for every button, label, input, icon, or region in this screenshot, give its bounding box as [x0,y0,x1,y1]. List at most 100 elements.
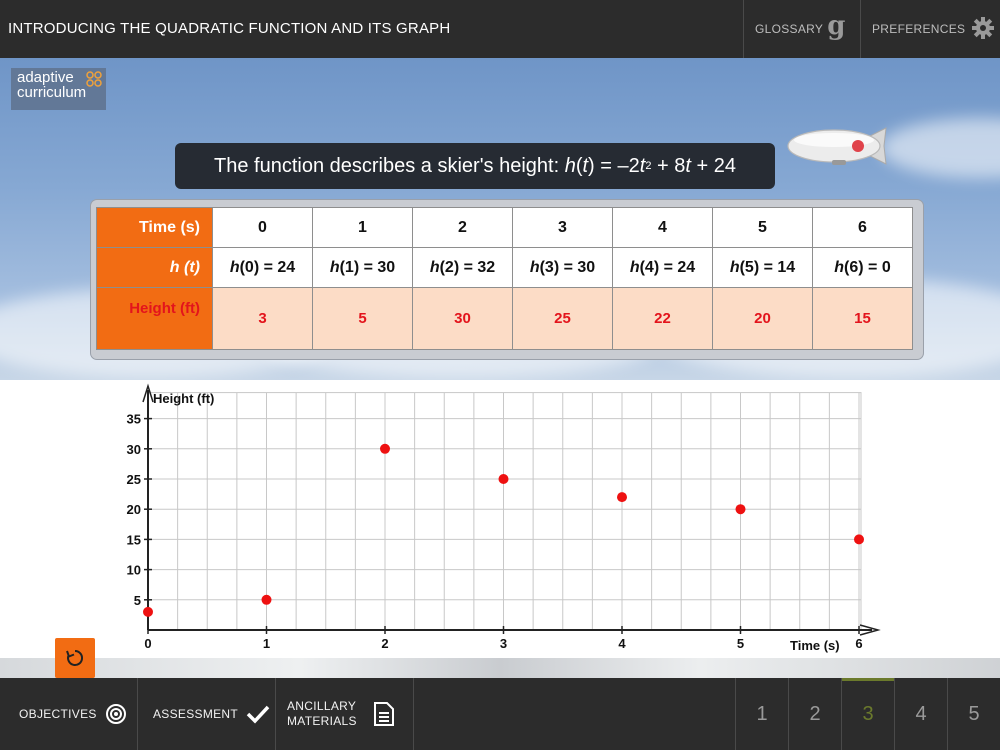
scatter-chart: 0 1 2 3 4 5 6 5 10 15 20 25 30 35 Height (ft) Time (s) [127,383,881,653]
height-input-cell[interactable]: 22 [612,287,713,350]
height-input-cell[interactable]: 15 [812,287,913,350]
ancillary-materials-button[interactable]: ANCILLARY MATERIALS [276,678,414,750]
preferences-label: PREFERENCES [872,22,966,36]
assessment-button[interactable]: ASSESSMENT [138,678,276,750]
x-tick-label: 3 [500,636,507,651]
time-cell: 2 [412,207,513,248]
blimp-illustration [787,127,887,165]
page-button-1[interactable]: 1 [735,678,788,750]
bottom-bar: OBJECTIVES ASSESSMENT ANCILLARY MATERIAL… [0,678,1000,750]
ancillary-label-line-1: ANCILLARY [287,699,357,713]
y-axis-label: Height (ft) [153,391,214,406]
banner-func-name: h [564,154,576,177]
document-icon [373,701,395,727]
height-input-cell[interactable]: 5 [312,287,413,350]
y-tick-label: 15 [127,532,141,547]
ancillary-label-line-2: MATERIALS [287,714,357,728]
x-axis-label: Time (s) [790,638,840,653]
h-row: h (t) h(0) = 24 h(1) = 30 h(2) = 32 h(3)… [96,247,913,288]
banner-eq-2: + 8 [651,154,686,177]
y-tick-label: 5 [134,593,141,608]
row-header-time: Time (s) [96,207,213,248]
glossary-button[interactable]: GLOSSARY g [743,0,860,58]
reset-button[interactable] [55,638,95,678]
page-button-2[interactable]: 2 [788,678,841,750]
grid-border [147,392,862,631]
h-value-cell: h(0) = 24 [212,247,313,288]
page-navigation: 1 2 3 4 5 [735,678,1000,750]
h-symbol: h [529,258,540,276]
h-value-cell: h(6) = 0 [812,247,913,288]
logo-line-2: curriculum [17,84,87,101]
y-tick-label: 35 [127,412,141,427]
page-button-5[interactable]: 5 [947,678,1000,750]
time-cell: 4 [612,207,713,248]
snow-strip [0,658,1000,678]
function-banner: The function describes a skier's height:… [175,143,775,189]
row-header-h-text: h (t) [169,258,200,276]
y-tick-label: 20 [127,502,141,517]
time-row: Time (s) 0 1 2 3 4 5 6 [96,207,913,248]
row-header-h: h (t) [96,247,213,288]
x-tick-label: 2 [381,636,388,651]
h-value-cell: h(5) = 14 [712,247,813,288]
data-point [735,504,746,515]
y-tick-label: 25 [127,472,141,487]
time-cell: 6 [812,207,913,248]
adaptive-curriculum-logo: adaptive curriculum [11,68,106,110]
top-bar: INTRODUCING THE QUADRATIC FUNCTION AND I… [0,0,1000,58]
h-value-cell: h(1) = 30 [312,247,413,288]
height-input-cell[interactable]: 3 [212,287,313,350]
banner-eq-1: = –2 [594,154,640,177]
row-header-height: Height (ft) [96,287,213,350]
h-value-cell: h(2) = 32 [412,247,513,288]
banner-eq-3: + 24 [690,154,736,177]
h-symbol: h [629,258,640,276]
x-tick-label: 5 [737,636,744,651]
target-icon [105,703,127,725]
glossary-label: GLOSSARY [755,22,824,36]
ancillary-label: ANCILLARY MATERIALS [287,699,357,729]
data-point [617,492,627,503]
h-symbol: h [229,258,240,276]
graph-area: 0 1 2 3 4 5 6 5 10 15 20 25 30 35 Height (ft) Time (s) [0,380,1000,660]
height-row: Height (ft) 3 5 30 25 22 20 15 [96,287,913,350]
time-cell: 5 [712,207,813,248]
h-value-cell: h(3) = 30 [512,247,613,288]
h-value-cell: h(4) = 24 [612,247,713,288]
height-input-cell[interactable]: 20 [712,287,813,350]
page-button-4[interactable]: 4 [894,678,947,750]
lesson-title: INTRODUCING THE QUADRATIC FUNCTION AND I… [8,20,451,37]
y-tick-label: 30 [127,442,141,457]
preferences-button[interactable]: PREFERENCES [860,0,1000,58]
height-input-cell[interactable]: 25 [512,287,613,350]
x-tick-label: 0 [144,636,151,651]
reset-icon [66,649,84,666]
function-table: Time (s) 0 1 2 3 4 5 6 h (t) h(0) = 24 h… [96,207,913,350]
h-symbol: h [329,258,340,276]
h-symbol: h [729,258,740,276]
gear-icon [971,16,995,43]
banner-prefix: The function describes a skier's height: [214,154,565,177]
page-button-3[interactable]: 3 [841,678,894,750]
objectives-button[interactable]: OBJECTIVES [0,678,138,750]
data-point [498,474,509,484]
assessment-label: ASSESSMENT [153,707,239,721]
data-point [854,534,864,545]
h-symbol: h [834,258,845,276]
height-input-cell[interactable]: 30 [412,287,513,350]
objectives-label: OBJECTIVES [19,707,97,721]
x-tick-label: 1 [263,636,270,651]
x-tick-label: 6 [855,636,862,651]
time-cell: 1 [312,207,413,248]
h-symbol: h [429,258,440,276]
time-cell: 0 [212,207,313,248]
checkmark-icon [246,704,270,724]
data-point [261,594,272,605]
time-cell: 3 [512,207,613,248]
data-point [380,443,390,454]
banner-var: t [582,154,589,177]
x-tick-label: 4 [618,636,626,651]
y-tick-label: 10 [127,563,141,578]
data-point [143,606,153,617]
